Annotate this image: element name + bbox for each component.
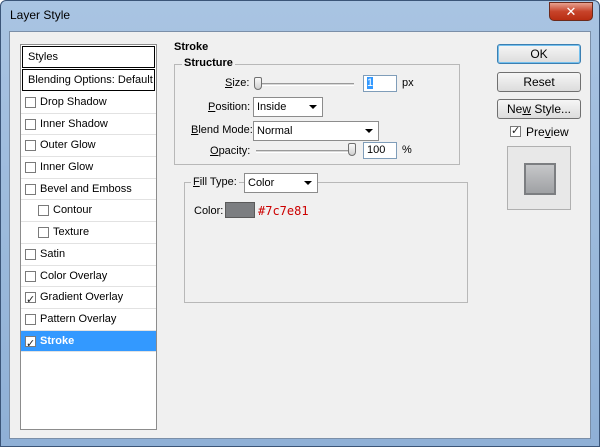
- preview-label: Preview: [526, 125, 569, 139]
- chevron-down-icon: [304, 181, 312, 185]
- chevron-down-icon: [309, 105, 317, 109]
- style-item[interactable]: Outer Glow: [21, 135, 156, 158]
- blend-mode-select[interactable]: Normal: [253, 121, 379, 141]
- close-button[interactable]: ✕: [549, 2, 593, 21]
- opacity-label: Opacity:: [210, 145, 251, 157]
- preview-check-icon: [510, 124, 521, 137]
- style-item[interactable]: Inner Shadow: [21, 114, 156, 136]
- position-select[interactable]: Inside: [253, 97, 323, 117]
- style-item-checkbox[interactable]: [25, 97, 36, 108]
- style-item-checkbox[interactable]: [38, 227, 49, 239]
- layer-style-window: Layer Style ✕ Styles Blending Options: D…: [0, 0, 600, 447]
- style-item-label: Color Overlay: [40, 269, 108, 282]
- style-item-checkbox[interactable]: [25, 270, 36, 282]
- style-item-checkbox[interactable]: [38, 205, 49, 217]
- style-item-label: Outer Glow: [40, 139, 96, 152]
- style-item-label: Contour: [53, 204, 93, 217]
- chevron-down-icon: [365, 129, 373, 133]
- color-swatch[interactable]: [225, 202, 255, 218]
- style-item-label: Inner Glow: [40, 161, 94, 174]
- style-item-label: Inner Shadow: [40, 117, 108, 130]
- style-item-checkbox[interactable]: [25, 290, 36, 311]
- window-title: Layer Style: [10, 8, 71, 22]
- structure-legend: Structure: [182, 57, 235, 69]
- style-item[interactable]: Inner Glow: [21, 157, 156, 179]
- new-style-button[interactable]: New Style...: [497, 99, 581, 119]
- style-item-label: Texture: [53, 226, 90, 239]
- style-item[interactable]: Texture: [21, 222, 156, 244]
- size-slider[interactable]: [254, 83, 354, 86]
- preview-swatch: [524, 163, 556, 195]
- style-item-checkbox[interactable]: [25, 162, 36, 174]
- style-item-checkbox[interactable]: [25, 334, 36, 355]
- styles-list: Styles Blending Options: Default Drop Sh…: [20, 44, 157, 430]
- color-hex-value: #7c7e81: [258, 204, 309, 218]
- style-item-label: Bevel and Emboss: [40, 182, 132, 195]
- style-item-label: Satin: [40, 247, 66, 260]
- position-label: Position:: [208, 101, 251, 113]
- opacity-unit: %: [402, 144, 412, 156]
- fill-group: [184, 182, 468, 303]
- ok-button[interactable]: OK: [497, 44, 581, 64]
- style-item-label: Stroke: [40, 334, 75, 347]
- style-item[interactable]: Stroke: [21, 330, 156, 355]
- color-label: Color:: [194, 205, 224, 217]
- size-unit: px: [402, 77, 414, 89]
- opacity-slider-handle[interactable]: [348, 143, 356, 156]
- style-item-checkbox[interactable]: [25, 183, 36, 195]
- style-item[interactable]: Satin: [21, 244, 156, 266]
- style-item-label: Pattern Overlay: [40, 312, 117, 325]
- reset-button[interactable]: Reset: [497, 72, 581, 92]
- style-items: Drop Shadow Inner Shadow Outer Glow Inner G…: [21, 92, 156, 355]
- style-item-label: Gradient Overlay: [40, 291, 124, 304]
- size-slider-handle[interactable]: [254, 77, 262, 90]
- preview-thumbnail: [507, 146, 571, 210]
- blend-mode-label: Blend Mode:: [191, 124, 253, 136]
- style-item[interactable]: Gradient Overlay: [21, 287, 156, 311]
- style-item-checkbox[interactable]: [25, 140, 36, 152]
- blending-options-item[interactable]: Blending Options: Default: [22, 69, 155, 91]
- style-item-label: Drop Shadow: [40, 96, 107, 108]
- close-icon: ✕: [565, 4, 577, 19]
- stroke-panel-title: Stroke: [174, 41, 209, 53]
- styles-header[interactable]: Styles: [22, 46, 155, 68]
- fill-type-label: Fill Type:: [191, 176, 239, 188]
- style-item[interactable]: Contour: [21, 200, 156, 223]
- opacity-slider[interactable]: [256, 150, 356, 153]
- style-item-checkbox[interactable]: [25, 313, 36, 325]
- style-item-checkbox[interactable]: [25, 118, 36, 130]
- style-item[interactable]: Drop Shadow: [21, 92, 156, 114]
- style-item[interactable]: Color Overlay: [21, 266, 156, 288]
- style-item-checkbox[interactable]: [25, 248, 36, 260]
- fill-type-select[interactable]: Color: [244, 173, 318, 193]
- size-input[interactable]: 1: [363, 75, 397, 92]
- style-item[interactable]: Pattern Overlay: [21, 309, 156, 331]
- style-item[interactable]: Bevel and Emboss: [21, 179, 156, 201]
- opacity-input[interactable]: 100: [363, 142, 397, 159]
- size-label: Size:: [225, 77, 250, 89]
- title-bar[interactable]: Layer Style ✕: [1, 1, 599, 29]
- dialog-body: Styles Blending Options: Default Drop Sh…: [9, 31, 591, 439]
